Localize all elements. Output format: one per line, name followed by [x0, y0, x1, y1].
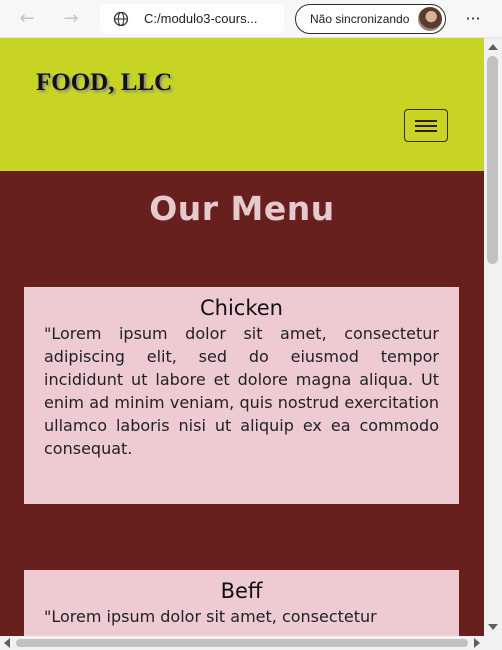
- scroll-left-icon[interactable]: [4, 638, 10, 648]
- section-body: "Lorem ipsum dolor sit amet, consectetur…: [44, 324, 439, 458]
- hamburger-menu-icon[interactable]: [404, 109, 448, 142]
- page-title: Our Menu: [149, 189, 335, 228]
- forward-arrow-icon[interactable]: →: [58, 7, 84, 31]
- address-text: C:/modulo3-cours...: [144, 11, 258, 26]
- scroll-right-icon[interactable]: [474, 638, 480, 648]
- sync-status-label: Não sincronizando: [310, 12, 410, 26]
- more-horizontal-icon[interactable]: ···: [462, 7, 484, 31]
- section-title: Chicken: [200, 296, 283, 320]
- scroll-up-icon[interactable]: [488, 44, 498, 50]
- vertical-scroll-thumb[interactable]: [487, 56, 498, 264]
- site-header: FOOD, LLC: [0, 38, 484, 171]
- page-viewport: FOOD, LLC Our Menu Chicken "Lorem ipsum …: [0, 38, 484, 636]
- profile-avatar: [418, 7, 442, 31]
- scrollbar-corner: [484, 636, 502, 650]
- scroll-down-icon[interactable]: [488, 624, 498, 630]
- menu-section-chicken: Chicken "Lorem ipsum dolor sit amet, con…: [24, 287, 459, 504]
- back-arrow-icon[interactable]: ←: [14, 7, 40, 31]
- section-title: Beff: [220, 579, 263, 603]
- horizontal-scrollbar[interactable]: [0, 636, 484, 650]
- browser-toolbar: ← → C:/modulo3-cours... Não sincronizand…: [0, 0, 502, 38]
- vertical-scrollbar[interactable]: [484, 38, 502, 636]
- sync-status-button[interactable]: Não sincronizando: [295, 4, 446, 34]
- address-bar[interactable]: C:/modulo3-cours...: [100, 4, 284, 34]
- globe-icon: [113, 11, 129, 27]
- brand-title[interactable]: FOOD, LLC: [36, 69, 172, 97]
- menu-section-beff: Beff "Lorem ipsum dolor sit amet, consec…: [24, 570, 459, 636]
- horizontal-scroll-thumb[interactable]: [16, 639, 468, 647]
- section-body: "Lorem ipsum dolor sit amet, consectetur: [44, 607, 377, 626]
